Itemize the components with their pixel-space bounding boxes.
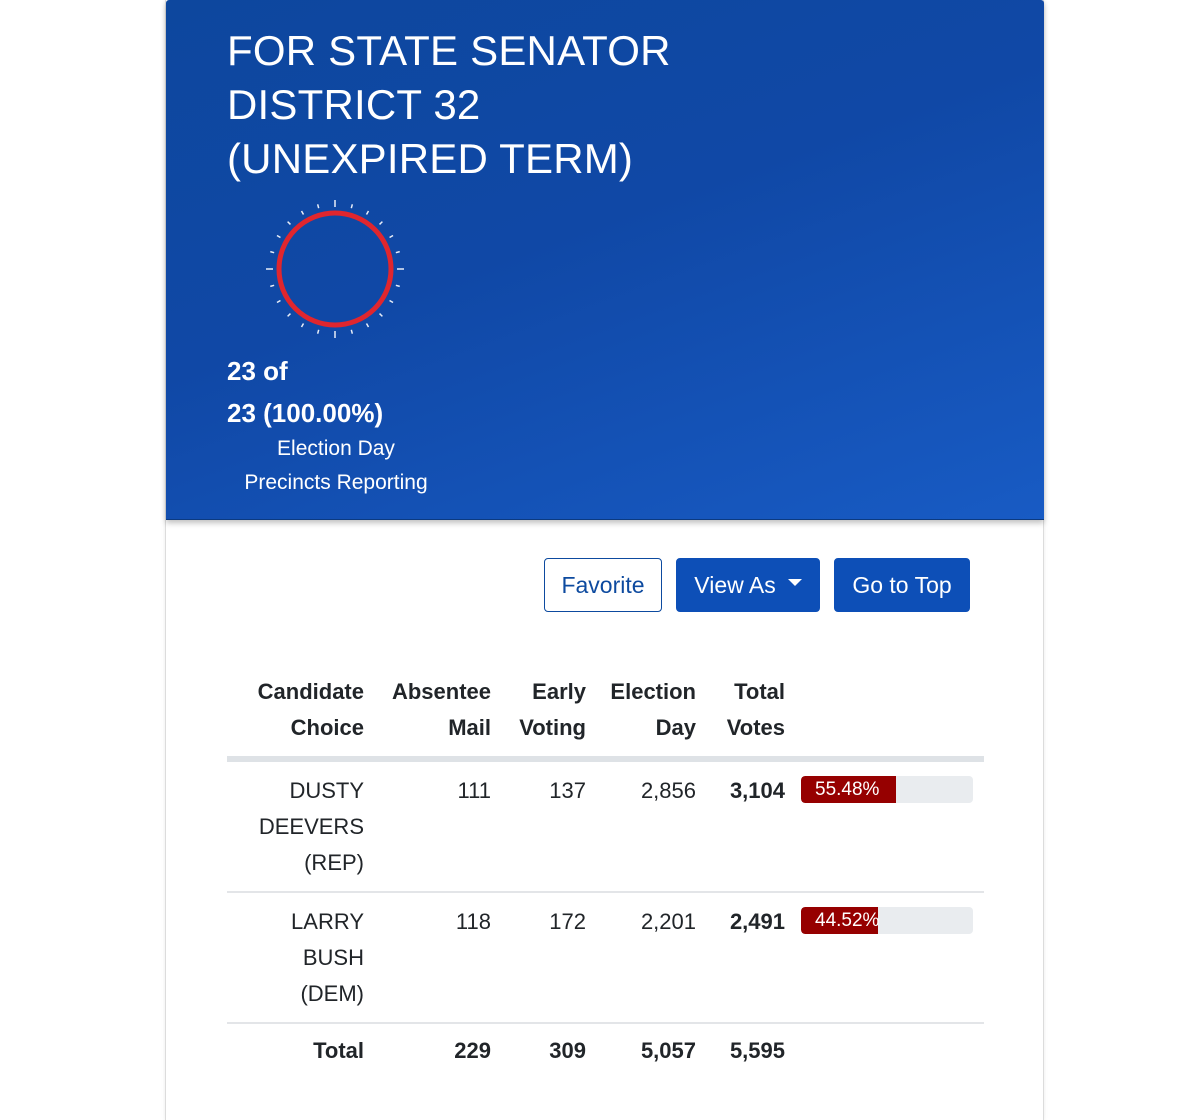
header-early-voting: Early Voting [491,670,586,762]
percent-bar-track: 55.48% [801,776,973,803]
header-text: Absentee [391,679,491,704]
election-day-votes: 2,856 [586,759,696,893]
totals-absentee: 229 [454,1038,491,1063]
precinct-reporting-gauge [266,200,404,338]
header-candidate-choice: Candidate Choice [227,670,364,762]
early-votes: 172 [491,892,586,1024]
absentee-votes: 118 [364,892,491,1024]
gauge-tick [276,299,281,304]
gauge-tick [287,221,291,225]
header-text: Voting [519,715,586,740]
header-text: Mail [448,715,491,740]
race-actions: Favorite View As Go to Top [544,558,970,612]
candidate-name-line: DEEVERS [258,814,364,839]
gauge-tick [365,323,370,328]
precinct-count-line2: 23 (100.00%) [227,398,384,428]
view-as-dropdown-button[interactable]: View As [676,558,820,612]
header-text: Votes [726,715,785,740]
percent-cell: 55.48% [785,759,984,893]
race-title-line: DISTRICT 32 [227,81,481,128]
gauge-tick [379,221,383,225]
gauge-tick [276,234,281,239]
totals-early: 309 [549,1038,586,1063]
header-text: Choice [290,715,364,740]
race-title-line: FOR STATE SENATOR [227,27,671,74]
totals-election-day: 5,057 [640,1038,696,1063]
candidate-row: DUSTY DEEVERS (REP) 111 137 2,856 3,104 … [227,759,984,893]
view-as-label: View As [694,571,776,598]
precinct-caption-line2: Precincts Reporting [244,471,428,494]
gauge-tick [395,250,400,254]
precinct-count: 23 of 23 (100.00%) [227,350,527,434]
absentee-votes: 111 [364,759,491,893]
early-votes: 137 [491,759,586,893]
candidate-name: DUSTY DEEVERS (REP) [227,759,364,893]
header-total-votes: Total Votes [696,670,785,762]
header-absentee-mail: Absentee Mail [364,670,491,762]
gauge-tick [365,210,370,215]
candidate-row: LARRY BUSH (DEM) 118 172 2,201 2,491 44.… [227,892,984,1024]
header-text: Early [532,679,586,704]
header-text: Candidate [257,679,364,704]
candidate-name-line: LARRY [291,909,364,934]
race-card: FOR STATE SENATOR DISTRICT 32 (UNEXPIRED… [165,0,1044,1120]
gauge-tick [300,323,305,328]
totals-percent-empty [785,1023,984,1079]
election-day-votes: 2,201 [586,892,696,1024]
candidate-party: (DEM) [300,981,364,1006]
gauge-tick [270,250,275,254]
precinct-caption-line1: Election Day [277,437,395,460]
favorite-button[interactable]: Favorite [544,558,662,612]
race-title-line: (UNEXPIRED TERM) [227,135,634,182]
gauge-tick [395,284,400,288]
header-text: Day [655,715,696,740]
results-header-row: Candidate Choice Absentee Mail Early Vot… [227,670,984,762]
totals-row: Total 229 309 5,057 5,595 [227,1023,984,1079]
header-text: Election [610,679,696,704]
caret-down-icon [787,578,802,586]
gauge-tick [379,313,383,317]
percent-cell: 44.52% [785,892,984,1024]
header-text: Total [734,679,785,704]
gauge-ticks [266,200,404,338]
candidate-party: (REP) [304,850,364,875]
gauge-tick [350,329,354,334]
gauge-ring [276,210,394,328]
gauge-tick [389,234,394,239]
header-election-day: Election Day [586,670,696,762]
totals-total: 5,595 [729,1038,785,1063]
total-votes: 3,104 [696,759,785,893]
percent-bar-track: 44.52% [801,907,973,934]
candidate-name: LARRY BUSH (DEM) [227,892,364,1024]
gauge-tick [287,313,291,317]
header-percent [785,670,984,762]
gauge-tick [300,210,305,215]
total-votes: 2,491 [696,892,785,1024]
percent-bar-fill: 55.48% [801,776,897,803]
precinct-caption: Election Day Precincts Reporting [206,432,466,500]
go-to-top-button[interactable]: Go to Top [834,558,970,612]
race-title: FOR STATE SENATOR DISTRICT 32 (UNEXPIRED… [227,24,787,186]
totals-label: Total [313,1038,364,1063]
candidate-name-line: DUSTY [289,778,364,803]
precinct-count-line1: 23 of [227,356,288,386]
gauge-tick [389,299,394,304]
results-table: Candidate Choice Absentee Mail Early Vot… [227,670,984,1079]
race-header: FOR STATE SENATOR DISTRICT 32 (UNEXPIRED… [166,0,1044,520]
gauge-tick [316,204,320,209]
gauge-tick [270,284,275,288]
percent-bar-fill: 44.52% [801,907,879,934]
candidate-name-line: BUSH [302,945,364,970]
gauge-tick [350,204,354,209]
gauge-tick [316,329,320,334]
